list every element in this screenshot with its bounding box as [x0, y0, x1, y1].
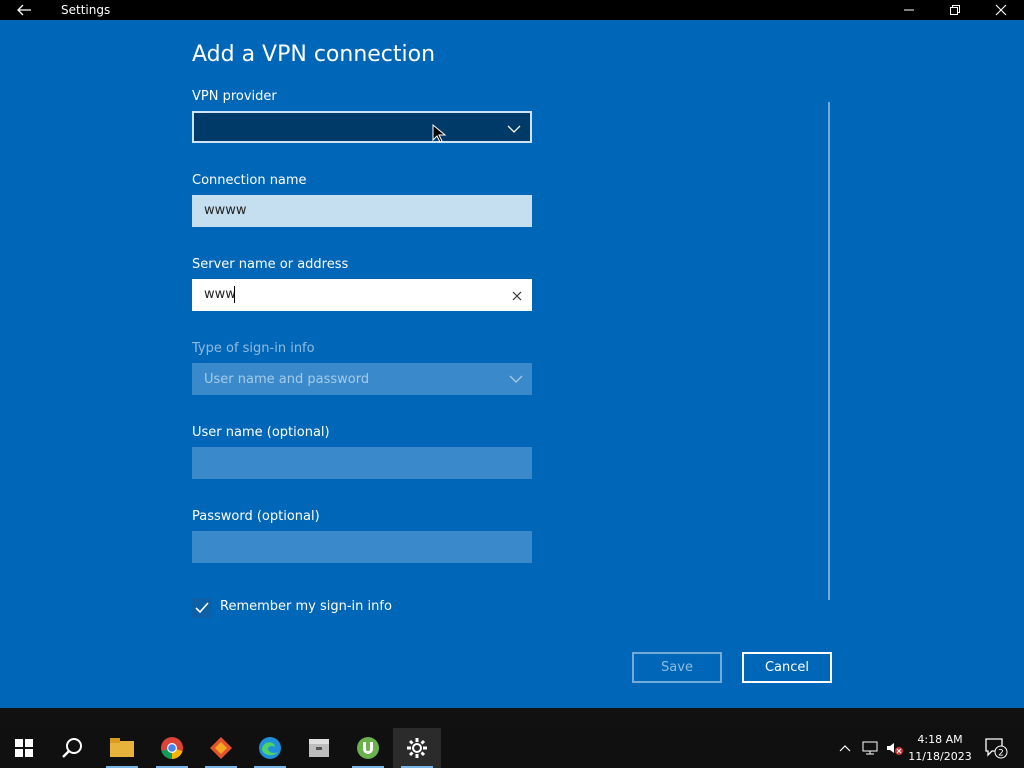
- edge-icon[interactable]: [246, 728, 294, 768]
- username-field[interactable]: [192, 447, 532, 479]
- close-button[interactable]: [978, 0, 1024, 20]
- dialog-heading: Add a VPN connection: [192, 42, 436, 67]
- connection-name-field[interactable]: wwww: [192, 195, 532, 227]
- taskbar: 4:18 AM 11/18/2023 2: [0, 728, 1024, 768]
- clock-time: 4:18 AM: [917, 733, 963, 746]
- chevron-down-icon: [508, 371, 524, 385]
- server-label: Server name or address: [192, 257, 349, 272]
- signin-type-label: Type of sign-in info: [192, 341, 315, 356]
- app-icon[interactable]: [197, 728, 245, 768]
- signin-type-select[interactable]: User name and password: [192, 363, 532, 395]
- remember-label: Remember my sign-in info: [220, 599, 392, 614]
- chevron-down-icon: [506, 121, 522, 135]
- vpn-provider-label: VPN provider: [192, 89, 277, 104]
- server-address-field[interactable]: www: [192, 279, 532, 311]
- mouse-cursor-icon: [432, 123, 447, 144]
- connection-name-value: wwww: [204, 203, 247, 218]
- remember-checkbox[interactable]: [192, 598, 212, 618]
- password-label: Password (optional): [192, 509, 320, 524]
- network-icon[interactable]: [862, 728, 880, 768]
- text-caret: [234, 286, 235, 303]
- server-address-value: www: [204, 287, 236, 302]
- signin-type-value: User name and password: [204, 372, 370, 387]
- notification-count: 2: [998, 749, 1004, 759]
- start-icon[interactable]: [0, 728, 48, 768]
- notifications-icon[interactable]: 2: [984, 728, 1008, 768]
- clock-date: 11/18/2023: [908, 750, 972, 763]
- search-icon[interactable]: [48, 728, 96, 768]
- save-button[interactable]: Save: [632, 652, 722, 683]
- package-icon[interactable]: [295, 728, 343, 768]
- restore-button[interactable]: [932, 0, 978, 20]
- window-title: Settings: [61, 3, 111, 17]
- show-hidden-icons-icon[interactable]: [838, 728, 852, 768]
- file-explorer-icon[interactable]: [98, 728, 146, 768]
- clear-icon[interactable]: [510, 288, 524, 302]
- connection-name-label: Connection name: [192, 173, 307, 188]
- password-field[interactable]: [192, 531, 532, 563]
- chrome-icon[interactable]: [148, 728, 196, 768]
- minimize-button[interactable]: [886, 0, 932, 20]
- scrollbar[interactable]: [828, 102, 830, 600]
- back-arrow-icon[interactable]: [14, 2, 34, 18]
- background-window-strip: [0, 708, 1024, 728]
- utorrent-icon[interactable]: [344, 728, 392, 768]
- settings-icon[interactable]: [393, 728, 441, 768]
- vpn-provider-select[interactable]: [192, 111, 532, 143]
- username-label: User name (optional): [192, 425, 330, 440]
- system-clock[interactable]: 4:18 AM 11/18/2023: [900, 731, 980, 765]
- title-bar: Settings: [0, 0, 1024, 20]
- cancel-button[interactable]: Cancel: [742, 652, 832, 683]
- vpn-dialog: Add a VPN connection VPN provider Connec…: [0, 20, 1024, 708]
